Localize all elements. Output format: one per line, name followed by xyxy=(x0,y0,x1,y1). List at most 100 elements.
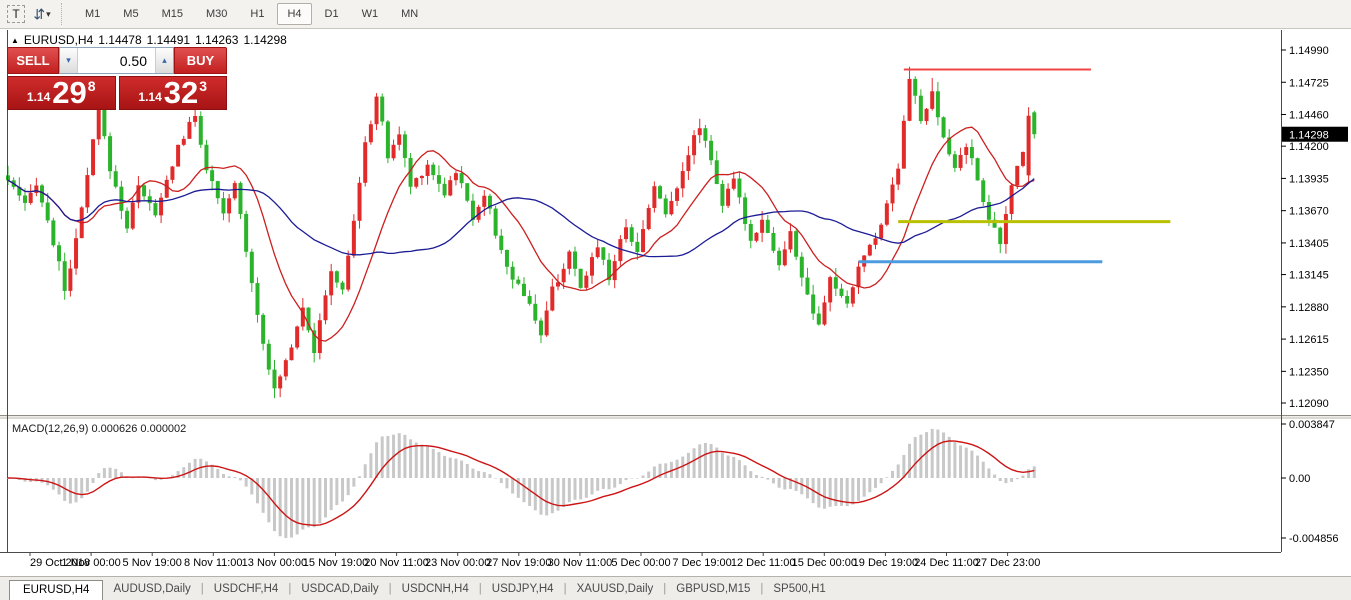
candle-body xyxy=(805,278,809,295)
macd-bar xyxy=(477,471,480,478)
price-axis-label: 1.14200 xyxy=(1289,141,1329,153)
macd-bar xyxy=(914,437,917,478)
timeframe-button-m15[interactable]: M15 xyxy=(152,3,193,25)
timeframe-button-d1[interactable]: D1 xyxy=(315,3,349,25)
macd-bar xyxy=(829,478,832,507)
text-tool-button[interactable]: T xyxy=(5,3,27,25)
macd-bar xyxy=(970,451,973,478)
candle-body xyxy=(936,91,940,117)
candle-body xyxy=(664,198,668,214)
candle-body xyxy=(987,202,991,220)
macd-bar xyxy=(710,444,713,478)
chart-tab-gbpusd[interactable]: GBPUSD,M15 xyxy=(666,580,760,600)
candle-body xyxy=(97,108,101,139)
candle-body xyxy=(998,228,1002,244)
macd-bar xyxy=(562,478,565,507)
candle-body xyxy=(749,224,753,241)
macd-bar xyxy=(1027,469,1030,478)
macd-bar xyxy=(545,478,548,515)
timeframe-button-h4[interactable]: H4 xyxy=(277,3,311,25)
candle-body xyxy=(290,348,294,361)
macd-bar xyxy=(364,464,367,478)
chart-tab-usdjpy[interactable]: USDJPY,H4 xyxy=(482,580,564,600)
macd-bar xyxy=(267,478,270,522)
macd-bar xyxy=(800,478,803,494)
chart-tab-usdchf[interactable]: USDCHF,H4 xyxy=(204,580,289,600)
chart-tab-usdcnh[interactable]: USDCNH,H4 xyxy=(392,580,479,600)
candle-body xyxy=(868,245,872,256)
timeframe-button-m5[interactable]: M5 xyxy=(113,3,148,25)
timeframe-button-w1[interactable]: W1 xyxy=(352,3,389,25)
candle-body xyxy=(46,203,50,221)
macd-bar xyxy=(783,478,786,489)
sell-price-big: 29 xyxy=(52,78,86,108)
candle-body xyxy=(925,109,929,121)
macd-bar xyxy=(749,471,752,478)
chart-tab-eurusd[interactable]: EURUSD,H4 xyxy=(9,580,103,600)
macd-bar xyxy=(721,453,724,478)
candle-body xyxy=(392,145,396,158)
candle-body xyxy=(403,134,407,158)
chart-tab-xauusd[interactable]: XAUUSD,Daily xyxy=(567,580,664,600)
macd-bar xyxy=(409,439,412,478)
macd-bar xyxy=(936,430,939,478)
candle-body xyxy=(590,257,594,275)
buy-price-box[interactable]: 1.14 32 3 xyxy=(119,76,228,110)
buy-button[interactable]: BUY xyxy=(174,47,227,74)
candle-body xyxy=(233,183,237,198)
candle-body xyxy=(1015,166,1019,185)
candle-body xyxy=(363,142,367,183)
candle-body xyxy=(726,189,730,206)
volume-decrease-button[interactable]: ▾ xyxy=(60,48,78,73)
candle-body xyxy=(720,184,724,206)
collapse-panel-icon[interactable]: ▲ xyxy=(11,36,19,45)
chart-tab-usdcad[interactable]: USDCAD,Daily xyxy=(291,580,388,600)
chart-tab-sp500[interactable]: SP500,H1 xyxy=(763,580,835,600)
macd-bar xyxy=(778,478,781,488)
macd-bar xyxy=(897,464,900,478)
toolbar: T ⇵ ▾ M1M5M15M30H1H4D1W1MN xyxy=(0,0,1351,29)
macd-bar xyxy=(664,463,667,478)
macd-bar xyxy=(347,478,350,495)
chart-tab-audusd[interactable]: AUDUSD,Daily xyxy=(103,580,200,600)
trading-terminal-window: T ⇵ ▾ M1M5M15M30H1H4D1W1MN 1.149901.1472… xyxy=(0,0,1351,600)
candle-body xyxy=(970,147,974,158)
price-axis-label: 1.12615 xyxy=(1289,334,1329,346)
candle-body xyxy=(754,233,758,241)
macd-bar xyxy=(732,457,735,478)
timeframe-button-m1[interactable]: M1 xyxy=(75,3,110,25)
timeframe-button-mn[interactable]: MN xyxy=(391,3,428,25)
timeframe-button-m30[interactable]: M30 xyxy=(196,3,237,25)
volume-increase-button[interactable]: ▴ xyxy=(155,48,173,73)
candle-body xyxy=(324,295,328,320)
candle-body xyxy=(959,155,963,168)
sell-price-box[interactable]: 1.14 29 8 xyxy=(7,76,116,110)
timeframe-button-h1[interactable]: H1 xyxy=(240,3,274,25)
candle-body xyxy=(902,121,906,169)
time-axis-label: 7 Dec 19:00 xyxy=(672,557,731,569)
chart-tab-bar: EURUSD,H4AUDUSD,Daily|USDCHF,H4|USDCAD,D… xyxy=(0,576,1351,600)
candle-body xyxy=(261,315,265,344)
macd-bar xyxy=(647,472,650,478)
arrow-style-button[interactable]: ⇵ ▾ xyxy=(31,3,53,25)
candle-body xyxy=(794,231,798,257)
macd-bar xyxy=(290,478,293,537)
text-tool-icon: T xyxy=(7,5,24,23)
candle-body xyxy=(193,116,197,122)
volume-field[interactable]: 0.50 xyxy=(78,48,155,73)
macd-bar xyxy=(245,478,248,487)
sell-button[interactable]: SELL xyxy=(7,47,59,74)
macd-bar xyxy=(931,429,934,478)
candle-body xyxy=(641,229,645,252)
macd-bar xyxy=(375,442,378,478)
candle-body xyxy=(482,196,486,207)
candle-body xyxy=(34,185,38,193)
macd-bar xyxy=(1016,478,1019,479)
candle-body xyxy=(153,203,157,215)
candle-body xyxy=(352,221,356,256)
time-axis-label: 13 Nov 00:00 xyxy=(242,557,307,569)
macd-axis-label: 0.003847 xyxy=(1289,419,1335,431)
macd-bar xyxy=(965,448,968,478)
candle-body xyxy=(358,183,362,221)
chart-plot[interactable]: 1.149901.147251.144601.142001.139351.136… xyxy=(0,29,1351,576)
